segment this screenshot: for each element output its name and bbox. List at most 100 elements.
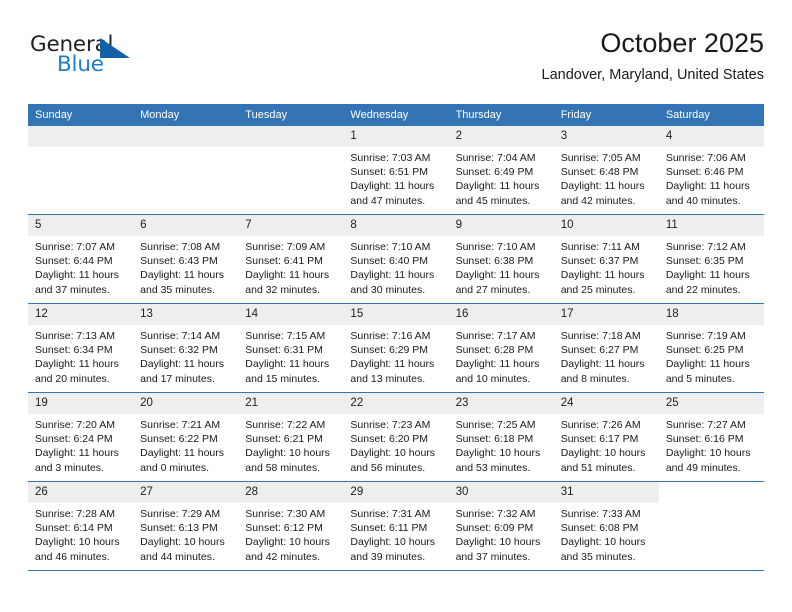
daylight-duration-line1: Daylight: 11 hours	[35, 269, 119, 282]
calendar-day-cell[interactable]: 16 Sunrise: 7:17 AM Sunset: 6:28 PM Dayligh…	[448, 303, 554, 393]
day-number: 30	[448, 482, 554, 503]
calendar-day-cell-empty	[28, 126, 134, 215]
calendar-day-cell[interactable]: 15 Sunrise: 7:16 AM Sunset: 6:29 PM Dayligh…	[343, 303, 449, 393]
day-number: 11	[658, 215, 764, 236]
calendar-day-cell[interactable]: 10 Sunrise: 7:11 AM Sunset: 6:37 PM Dayligh…	[553, 214, 659, 304]
day-details: Sunrise: 7:32 AM Sunset: 6:09 PM Daylight:…	[449, 503, 554, 564]
daylight-duration-line1: Daylight: 11 hours	[35, 358, 119, 371]
calendar-day-cell[interactable]: 2 Sunrise: 7:04 AM Sunset: 6:49 PM Daylight…	[448, 126, 554, 215]
calendar-day-cell[interactable]: 23 Sunrise: 7:25 AM Sunset: 6:18 PM Dayligh…	[448, 392, 554, 482]
calendar-day-cell-empty	[133, 126, 239, 215]
daylight-duration-line2: and 15 minutes.	[245, 372, 320, 385]
calendar-day-cell[interactable]: 25 Sunrise: 7:27 AM Sunset: 6:16 PM Dayligh…	[658, 392, 764, 482]
daylight-duration-line1: Daylight: 10 hours	[35, 536, 120, 549]
calendar-day-cell[interactable]: 3 Sunrise: 7:05 AM Sunset: 6:48 PM Daylight…	[553, 126, 659, 215]
daylight-duration-line2: and 39 minutes.	[350, 550, 426, 563]
daylight-duration-line1: Daylight: 11 hours	[140, 358, 224, 371]
calendar-day-cell[interactable]: 21 Sunrise: 7:22 AM Sunset: 6:21 PM Dayligh…	[238, 392, 344, 482]
calendar-day-cell[interactable]: 22 Sunrise: 7:23 AM Sunset: 6:20 PM Dayligh…	[343, 392, 449, 482]
day-details: Sunrise: 7:05 AM Sunset: 6:48 PM Daylight:…	[554, 147, 659, 208]
sunset-time: Sunset: 6:46 PM	[665, 166, 744, 179]
daylight-duration-line2: and 56 minutes.	[350, 461, 426, 474]
sunrise-time: Sunrise: 7:10 AM	[455, 241, 536, 253]
calendar-day-cell[interactable]: 17 Sunrise: 7:18 AM Sunset: 6:27 PM Dayligh…	[553, 303, 659, 393]
day-details: Sunrise: 7:21 AM Sunset: 6:22 PM Daylight:…	[133, 414, 238, 475]
calendar-day-cell[interactable]: 5 Sunrise: 7:07 AM Sunset: 6:44 PM Daylight…	[28, 214, 134, 304]
daylight-duration-line1: Daylight: 11 hours	[350, 269, 435, 282]
daylight-duration-line2: and 51 minutes.	[560, 461, 636, 474]
calendar-day-cell[interactable]: 6 Sunrise: 7:08 AM Sunset: 6:43 PM Daylight…	[133, 214, 239, 304]
calendar-week-row: 5 Sunrise: 7:07 AM Sunset: 6:44 PM Daylight…	[28, 214, 764, 304]
day-details: Sunrise: 7:22 AM Sunset: 6:21 PM Daylight:…	[238, 414, 343, 475]
daylight-duration-line1: Daylight: 11 hours	[560, 180, 645, 193]
calendar-day-cell[interactable]: 1 Sunrise: 7:03 AM Sunset: 6:51 PM Daylight…	[343, 126, 449, 215]
sunrise-time: Sunrise: 7:05 AM	[560, 152, 641, 164]
weekday-header-tuesday: Tuesday	[238, 104, 344, 126]
calendar-day-cell[interactable]: 11 Sunrise: 7:12 AM Sunset: 6:35 PM Dayligh…	[658, 214, 764, 304]
day-number: 9	[448, 215, 554, 236]
day-details: Sunrise: 7:10 AM Sunset: 6:40 PM Daylight:…	[343, 236, 448, 297]
day-details: Sunrise: 7:23 AM Sunset: 6:20 PM Daylight:…	[343, 414, 448, 475]
daylight-duration-line1: Daylight: 11 hours	[560, 358, 645, 371]
calendar-week-row: 1 Sunrise: 7:03 AM Sunset: 6:51 PM Daylight…	[28, 126, 764, 215]
daylight-duration-line2: and 37 minutes.	[455, 550, 531, 563]
daylight-duration-line1: Daylight: 10 hours	[455, 536, 541, 549]
logo-triangle-icon	[100, 38, 130, 58]
daylight-duration-line2: and 45 minutes.	[455, 194, 531, 207]
calendar-day-cell[interactable]: 13 Sunrise: 7:14 AM Sunset: 6:32 PM Dayligh…	[133, 303, 239, 393]
calendar-day-cell[interactable]: 31 Sunrise: 7:33 AM Sunset: 6:08 PM Dayligh…	[553, 481, 659, 571]
calendar-day-cell[interactable]: 29 Sunrise: 7:31 AM Sunset: 6:11 PM Dayligh…	[343, 481, 449, 571]
weekday-header-wednesday: Wednesday	[343, 104, 449, 126]
calendar-day-cell[interactable]: 9 Sunrise: 7:10 AM Sunset: 6:38 PM Daylight…	[448, 214, 554, 304]
sunrise-time: Sunrise: 7:11 AM	[560, 241, 640, 253]
sunrise-time: Sunrise: 7:03 AM	[350, 152, 431, 164]
sunset-time: Sunset: 6:22 PM	[140, 433, 218, 446]
sunset-time: Sunset: 6:40 PM	[350, 255, 429, 268]
sunrise-time: Sunrise: 7:18 AM	[560, 330, 641, 342]
calendar-day-cell[interactable]: 19 Sunrise: 7:20 AM Sunset: 6:24 PM Dayligh…	[28, 392, 134, 482]
calendar-day-cell[interactable]: 4 Sunrise: 7:06 AM Sunset: 6:46 PM Daylight…	[658, 126, 764, 215]
calendar-day-cell[interactable]: 26 Sunrise: 7:28 AM Sunset: 6:14 PM Dayligh…	[28, 481, 134, 571]
sunrise-time: Sunrise: 7:20 AM	[35, 419, 115, 431]
calendar-week-row: 12 Sunrise: 7:13 AM Sunset: 6:34 PM Dayligh…	[28, 303, 764, 393]
calendar-day-cell[interactable]: 14 Sunrise: 7:15 AM Sunset: 6:31 PM Dayligh…	[238, 303, 344, 393]
day-details: Sunrise: 7:25 AM Sunset: 6:18 PM Daylight:…	[449, 414, 554, 475]
day-number: 24	[553, 393, 659, 414]
day-details: Sunrise: 7:10 AM Sunset: 6:38 PM Daylight:…	[449, 236, 554, 297]
sunrise-sunset-calendar: Sunday Monday Tuesday Wednesday Thursday…	[28, 104, 764, 571]
sunset-time: Sunset: 6:37 PM	[560, 255, 639, 268]
daylight-duration-line1: Daylight: 10 hours	[560, 536, 646, 549]
daylight-duration-line2: and 44 minutes.	[140, 550, 215, 563]
calendar-day-cell[interactable]: 7 Sunrise: 7:09 AM Sunset: 6:41 PM Daylight…	[238, 214, 344, 304]
sunrise-time: Sunrise: 7:21 AM	[140, 419, 221, 431]
calendar-day-cell[interactable]: 12 Sunrise: 7:13 AM Sunset: 6:34 PM Dayligh…	[28, 303, 134, 393]
calendar-day-cell[interactable]: 28 Sunrise: 7:30 AM Sunset: 6:12 PM Dayligh…	[238, 481, 344, 571]
sunrise-time: Sunrise: 7:19 AM	[665, 330, 746, 342]
calendar-day-cell[interactable]: 18 Sunrise: 7:19 AM Sunset: 6:25 PM Dayligh…	[658, 303, 764, 393]
sunset-time: Sunset: 6:13 PM	[140, 522, 218, 535]
day-number: 2	[448, 126, 554, 147]
page-header: General Blue October 2025 Landover, Mary…	[28, 26, 764, 98]
calendar-day-cell[interactable]: 27 Sunrise: 7:29 AM Sunset: 6:13 PM Dayligh…	[133, 481, 239, 571]
daylight-duration-line1: Daylight: 10 hours	[665, 447, 751, 460]
day-number: 14	[238, 304, 344, 325]
general-blue-logo[interactable]: General Blue	[28, 32, 158, 88]
sunset-time: Sunset: 6:20 PM	[350, 433, 429, 446]
daylight-duration-line2: and 20 minutes.	[35, 372, 110, 385]
sunrise-time: Sunrise: 7:07 AM	[35, 241, 115, 253]
weekday-header-row: Sunday Monday Tuesday Wednesday Thursday…	[28, 104, 764, 126]
daylight-duration-line2: and 42 minutes.	[245, 550, 320, 563]
sunset-time: Sunset: 6:31 PM	[245, 344, 323, 357]
calendar-day-cell[interactable]: 24 Sunrise: 7:26 AM Sunset: 6:17 PM Dayligh…	[553, 392, 659, 482]
sunset-time: Sunset: 6:43 PM	[140, 255, 218, 268]
calendar-day-cell[interactable]: 20 Sunrise: 7:21 AM Sunset: 6:22 PM Dayligh…	[133, 392, 239, 482]
calendar-day-cell[interactable]: 30 Sunrise: 7:32 AM Sunset: 6:09 PM Dayligh…	[448, 481, 554, 571]
daylight-duration-line1: Daylight: 11 hours	[560, 269, 645, 282]
daylight-duration-line2: and 37 minutes.	[35, 283, 110, 296]
sunset-time: Sunset: 6:34 PM	[35, 344, 113, 357]
sunset-time: Sunset: 6:18 PM	[455, 433, 534, 446]
day-details: Sunrise: 7:18 AM Sunset: 6:27 PM Daylight:…	[554, 325, 659, 386]
calendar-day-cell[interactable]: 8 Sunrise: 7:10 AM Sunset: 6:40 PM Daylight…	[343, 214, 449, 304]
day-details: Sunrise: 7:08 AM Sunset: 6:43 PM Daylight:…	[133, 236, 238, 297]
sunrise-time: Sunrise: 7:33 AM	[560, 508, 641, 520]
